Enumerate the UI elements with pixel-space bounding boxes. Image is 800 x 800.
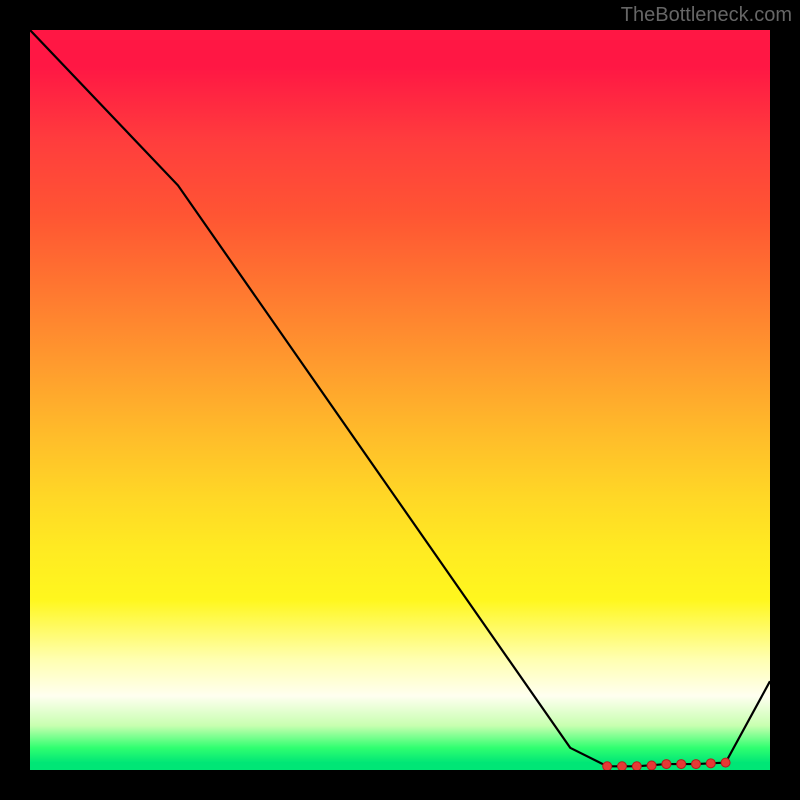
curve-path <box>30 30 770 766</box>
marker-dot <box>662 760 671 769</box>
marker-dot <box>721 758 730 767</box>
marker-dot <box>618 762 627 770</box>
marker-dot <box>692 760 701 769</box>
line-series <box>30 30 770 766</box>
marker-dot <box>632 762 641 770</box>
chart-area <box>30 30 770 770</box>
marker-dot <box>603 762 612 770</box>
marker-dot <box>706 759 715 768</box>
marker-dot <box>647 761 656 770</box>
marker-group <box>603 758 730 770</box>
marker-dot <box>677 760 686 769</box>
chart-svg <box>30 30 770 770</box>
watermark-text: TheBottleneck.com <box>621 4 792 27</box>
